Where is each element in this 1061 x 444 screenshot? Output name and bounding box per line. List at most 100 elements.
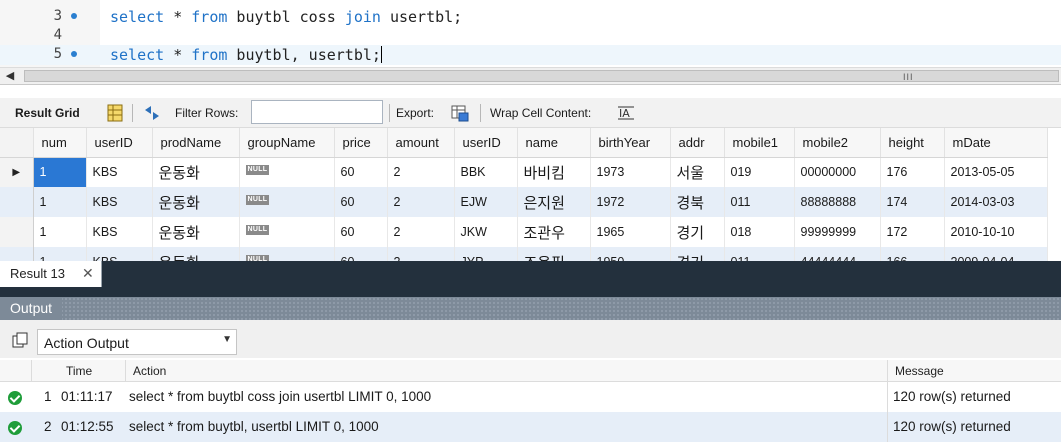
table-cell[interactable]: 60 <box>334 187 388 217</box>
table-cell[interactable]: KBS <box>86 157 153 187</box>
copy-icon[interactable] <box>12 332 28 348</box>
column-header-message[interactable]: Message <box>895 364 944 378</box>
table-cell[interactable]: 174 <box>880 187 945 217</box>
table-cell[interactable]: NULL <box>239 247 335 261</box>
table-cell[interactable]: 운동화 <box>152 247 240 261</box>
table-cell[interactable]: 서울 <box>670 157 725 187</box>
table-cell[interactable]: KBS <box>86 247 153 261</box>
table-cell[interactable]: 운동화 <box>152 187 240 217</box>
table-cell[interactable]: 1965 <box>590 217 671 247</box>
result-grid[interactable]: num userID prodName groupName price amou… <box>0 128 1061 261</box>
column-header[interactable]: height <box>880 128 945 158</box>
table-cell[interactable]: 2 <box>387 247 455 261</box>
table-cell[interactable]: 88888888 <box>794 187 881 217</box>
scroll-left-arrow-icon[interactable]: ◀ <box>2 68 18 85</box>
table-row[interactable]: 1 KBS 운동화 NULL 60 2 JKW 조관우 1965 경기 018 99999999 172… <box>0 217 1048 247</box>
table-cell[interactable]: 1 <box>33 157 87 187</box>
table-row[interactable]: ▶ 1 KBS 운동화 NULL 60 2 BBK 바비킴 1973 서울 019 00000000 17… <box>0 157 1048 187</box>
output-row[interactable]: 2 01:12:55 select * from buytbl, usertbl… <box>0 412 1061 442</box>
table-cell[interactable]: 2013-05-05 <box>944 157 1048 187</box>
table-cell[interactable]: 1950 <box>590 247 671 261</box>
panel-splitter[interactable] <box>0 287 1061 297</box>
table-cell[interactable]: 경북 <box>670 187 725 217</box>
table-cell[interactable]: 2010-10-10 <box>944 217 1048 247</box>
column-header-time[interactable]: Time <box>66 364 92 378</box>
table-cell[interactable]: 018 <box>724 217 795 247</box>
table-cell[interactable]: 60 <box>334 247 388 261</box>
table-cell[interactable]: KBS <box>86 217 153 247</box>
export-icon[interactable] <box>450 103 470 123</box>
column-header-action[interactable]: Action <box>133 364 166 378</box>
table-cell[interactable]: 1 <box>33 187 87 217</box>
filter-icon[interactable] <box>142 103 162 123</box>
column-header[interactable]: name <box>517 128 591 158</box>
table-cell[interactable]: EJW <box>454 187 518 217</box>
column-header[interactable]: birthYear <box>590 128 671 158</box>
close-icon[interactable]: ✕ <box>82 265 94 282</box>
filter-rows-input[interactable] <box>251 100 383 124</box>
editor-horizontal-scrollbar[interactable]: ◀ III <box>0 67 1061 85</box>
table-row[interactable]: 1KBS운동화NULL602JYP조용필1950경기01144444444166… <box>0 247 1048 261</box>
scrollbar-thumb[interactable]: III <box>24 70 1059 82</box>
column-header[interactable]: mobile1 <box>724 128 795 158</box>
code-line-4[interactable]: 4 <box>0 26 1061 46</box>
table-cell[interactable]: 00000000 <box>794 157 881 187</box>
table-cell[interactable]: NULL <box>239 217 335 247</box>
table-cell[interactable]: 2 <box>387 217 455 247</box>
column-header[interactable]: price <box>334 128 388 158</box>
table-cell[interactable]: NULL <box>239 157 335 187</box>
sql-editor[interactable]: 3 select * from buytbl coss join usertbl… <box>0 0 1061 67</box>
table-cell[interactable]: 011 <box>724 187 795 217</box>
output-row[interactable]: 1 01:11:17 select * from buytbl coss joi… <box>0 382 1061 412</box>
column-header[interactable]: mobile2 <box>794 128 881 158</box>
table-cell[interactable]: 은지원 <box>517 187 591 217</box>
table-row[interactable]: 1 KBS 운동화 NULL 60 2 EJW 은지원 1972 경북 011 88888888 174… <box>0 187 1048 217</box>
column-header[interactable]: userID <box>454 128 518 158</box>
column-header[interactable]: addr <box>670 128 725 158</box>
column-header[interactable]: prodName <box>152 128 240 158</box>
table-cell[interactable]: KBS <box>86 187 153 217</box>
table-cell[interactable]: JYP <box>454 247 518 261</box>
table-cell[interactable]: 1 <box>33 247 87 261</box>
column-header[interactable]: userID <box>86 128 153 158</box>
table-cell[interactable]: 176 <box>880 157 945 187</box>
table-cell[interactable]: 1973 <box>590 157 671 187</box>
table-cell[interactable]: 44444444 <box>794 247 881 261</box>
table-cell[interactable]: 019 <box>724 157 795 187</box>
table-cell[interactable]: 166 <box>880 247 945 261</box>
table-cell[interactable]: 172 <box>880 217 945 247</box>
table-cell[interactable]: 60 <box>334 217 388 247</box>
table-cell[interactable]: 011 <box>724 247 795 261</box>
chevron-down-icon[interactable]: ▼ <box>222 334 232 345</box>
code-line-5[interactable]: 5 select * from buytbl, usertbl; <box>0 45 1061 65</box>
output-type-dropdown[interactable]: Action Output ▼ <box>37 329 237 355</box>
row-header[interactable]: ▶ <box>0 157 34 187</box>
table-cell[interactable]: 2009-04-04 <box>944 247 1048 261</box>
wrap-text-icon[interactable]: IA <box>616 103 636 123</box>
tab-result-13[interactable]: Result 13 ✕ <box>0 261 102 287</box>
column-header[interactable]: mDate <box>944 128 1048 158</box>
table-cell[interactable]: 99999999 <box>794 217 881 247</box>
table-cell[interactable]: 바비킴 <box>517 157 591 187</box>
table-cell[interactable]: 2 <box>387 187 455 217</box>
row-header[interactable] <box>0 187 34 217</box>
column-header[interactable]: groupName <box>239 128 335 158</box>
table-cell[interactable]: 경기 <box>670 217 725 247</box>
result-grid-button[interactable]: Result Grid <box>15 106 80 120</box>
table-cell[interactable]: JKW <box>454 217 518 247</box>
column-header[interactable]: amount <box>387 128 455 158</box>
table-cell[interactable]: BBK <box>454 157 518 187</box>
table-cell[interactable]: 2 <box>387 157 455 187</box>
table-cell[interactable]: NULL <box>239 187 335 217</box>
table-cell[interactable]: 1 <box>33 217 87 247</box>
table-cell[interactable]: 조관우 <box>517 217 591 247</box>
table-cell[interactable]: 조용필 <box>517 247 591 261</box>
row-header[interactable] <box>0 247 34 261</box>
grid-view-icon[interactable] <box>105 103 125 123</box>
table-cell[interactable]: 경기 <box>670 247 725 261</box>
code-line-3[interactable]: 3 select * from buytbl coss join usertbl… <box>0 7 1061 27</box>
table-cell[interactable]: 2014-03-03 <box>944 187 1048 217</box>
table-cell[interactable]: 1972 <box>590 187 671 217</box>
table-cell[interactable]: 운동화 <box>152 157 240 187</box>
row-header[interactable] <box>0 217 34 247</box>
